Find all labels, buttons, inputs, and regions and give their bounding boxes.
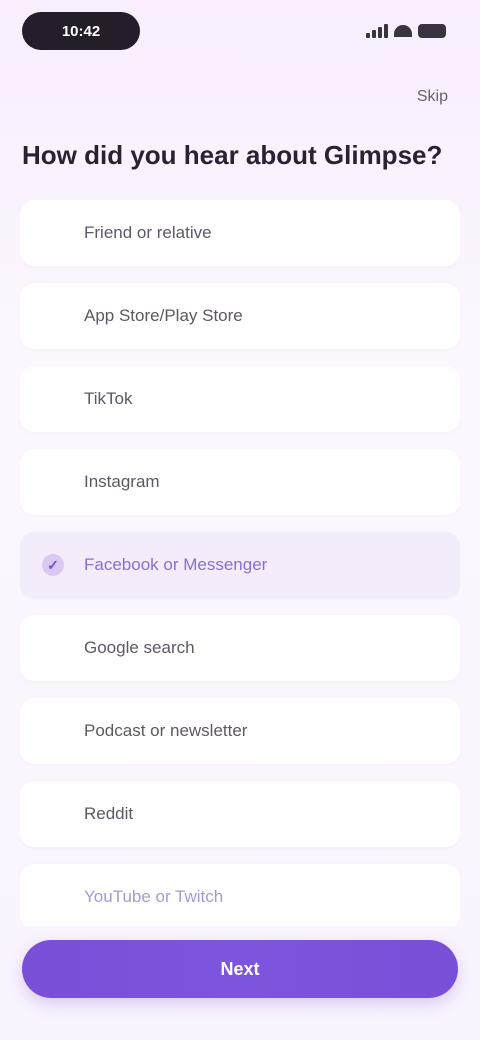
option-facebook-selected[interactable]: ✓ Facebook or Messenger [20, 532, 460, 598]
wifi-icon [394, 25, 412, 37]
option-reddit[interactable]: Reddit [20, 781, 460, 847]
skip-button[interactable]: Skip [417, 88, 448, 106]
option-podcast[interactable]: Podcast or newsletter [20, 698, 460, 764]
status-icons [350, 20, 446, 42]
battery-icon [418, 24, 446, 38]
option-tiktok[interactable]: TikTok [20, 366, 460, 432]
option-label: TikTok [84, 389, 133, 408]
signal-icon [366, 24, 388, 38]
option-label: Instagram [84, 472, 160, 491]
option-label: Google search [84, 638, 195, 657]
option-google-search[interactable]: Google search [20, 615, 460, 681]
option-label: App Store/Play Store [84, 306, 243, 325]
page-title: How did you hear about Glimpse? [22, 140, 443, 170]
check-icon: ✓ [42, 554, 64, 576]
option-instagram[interactable]: Instagram [20, 449, 460, 515]
option-youtube[interactable]: YouTube or Twitch [20, 864, 460, 926]
status-time: 10:42 [22, 12, 140, 50]
option-label: Reddit [84, 804, 134, 823]
option-friend-or-relative[interactable]: Friend or relative [20, 200, 460, 266]
options-list: Friend or relative App Store/Play Store … [20, 200, 460, 926]
option-app-store[interactable]: App Store/Play Store [20, 283, 460, 349]
option-label: Podcast or newsletter [84, 721, 248, 740]
option-label: Facebook or Messenger [84, 555, 268, 574]
next-button[interactable]: Next [22, 940, 458, 998]
option-label: Friend or relative [84, 223, 212, 242]
option-label: YouTube or Twitch [84, 887, 224, 906]
status-bar: 10:42 [0, 0, 480, 64]
